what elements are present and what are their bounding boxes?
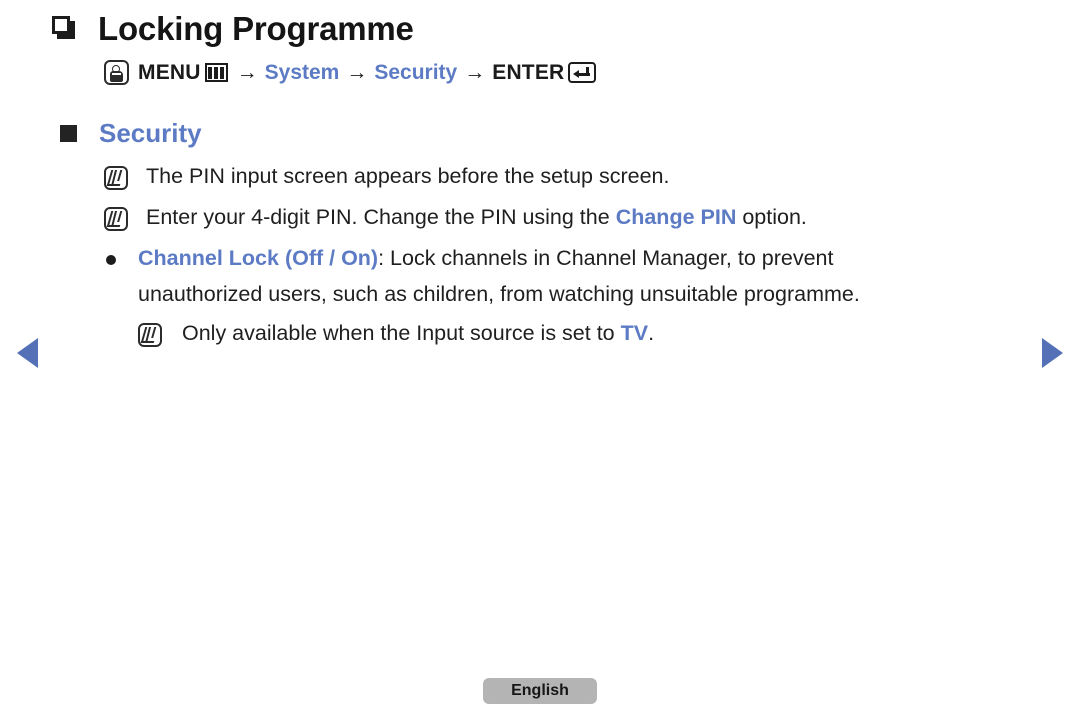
tv-highlight: TV: [620, 321, 649, 345]
note-pencil-icon: [138, 323, 162, 347]
menu-grid-icon: [204, 63, 228, 82]
square-outline-icon: [52, 15, 78, 42]
note-pencil-icon: [104, 207, 128, 231]
round-bullet-icon: [106, 255, 116, 265]
note-item: The PIN input screen appears before the …: [104, 164, 1024, 190]
list-item: Channel Lock (Off / On): Lock channels i…: [104, 246, 1024, 270]
change-pin-highlight: Change PIN: [615, 205, 737, 229]
path-arrow-1: →: [236, 60, 258, 84]
arrow-right-icon[interactable]: [1042, 338, 1063, 368]
note-text: Enter your 4-digit PIN. Change the PIN u…: [146, 205, 1024, 229]
note-text: The PIN input screen appears before the …: [146, 164, 670, 188]
note-text-after: option.: [736, 205, 807, 229]
note-item: Enter your 4-digit PIN. Change the PIN u…: [104, 205, 1024, 231]
content-body: The PIN input screen appears before the …: [104, 164, 1024, 347]
enter-return-icon: [568, 62, 597, 83]
list-item-text: Channel Lock (Off / On): Lock channels i…: [138, 246, 1024, 270]
page-title: Locking Programme: [98, 10, 414, 47]
press-button-icon: [104, 60, 129, 85]
path-step-security[interactable]: Security: [374, 61, 457, 85]
enter-label: ENTER: [492, 60, 565, 84]
list-item-text-after: : Lock channels in Channel Manager, to p…: [378, 246, 834, 270]
path-arrow-2: →: [346, 60, 368, 84]
sub-note-text-after: .: [648, 321, 655, 345]
section-heading: Security: [99, 118, 202, 148]
menu-path-breadcrumb: MENU → System → Security → ENTER: [104, 60, 597, 85]
path-step-system[interactable]: System: [265, 61, 340, 85]
arrow-left-icon[interactable]: [17, 338, 38, 368]
filled-square-icon: [60, 124, 77, 142]
path-arrow-3: →: [464, 60, 486, 84]
page-title-row: Locking Programme: [52, 12, 414, 45]
menu-label: MENU: [138, 60, 201, 84]
channel-lock-highlight: Channel Lock (Off / On): [138, 246, 379, 270]
section-heading-row: Security: [60, 120, 202, 146]
note-text-before: Enter your 4-digit PIN. Change the PIN u…: [146, 205, 616, 229]
list-item-continuation: unauthorized users, such as children, fr…: [138, 281, 860, 306]
language-button[interactable]: English: [483, 678, 597, 704]
sub-note-text-before: Only available when the Input source is …: [182, 321, 621, 345]
note-pencil-icon: [104, 166, 128, 190]
sub-note-item: Only available when the Input source is …: [104, 321, 1024, 347]
sub-note-text: Only available when the Input source is …: [182, 321, 1024, 345]
